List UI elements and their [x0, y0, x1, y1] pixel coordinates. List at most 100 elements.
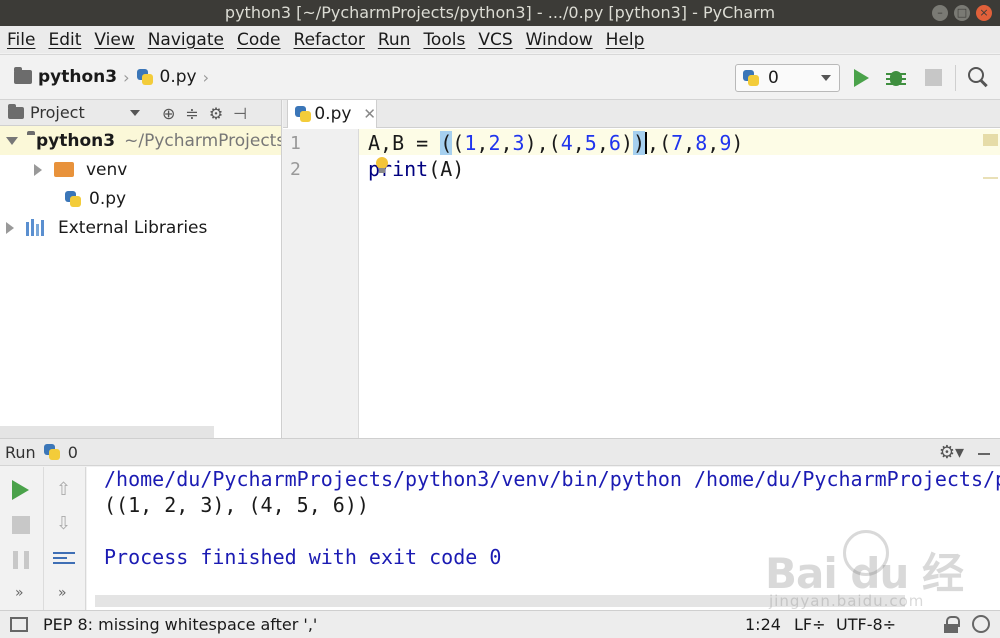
tree-root-name: python3: [36, 130, 116, 151]
tab-0py[interactable]: 0.py ✕: [287, 100, 377, 128]
libraries-icon: [26, 219, 46, 236]
horizontal-scrollbar[interactable]: [95, 595, 905, 607]
run-config-select[interactable]: 0: [735, 64, 840, 92]
menu-bar: File Edit View Navigate Code Refactor Ru…: [0, 26, 1000, 53]
run-config-value: 0: [768, 68, 779, 88]
stop-icon[interactable]: [12, 516, 30, 534]
menu-window[interactable]: Window: [526, 30, 593, 50]
run-console[interactable]: /home/du/PycharmProjects/python3/venv/bi…: [87, 467, 1000, 610]
debug-icon[interactable]: [886, 67, 906, 89]
project-panel: Project ⊕ ≑ ⚙ ⊣ python3 ~/PycharmProject…: [0, 100, 282, 438]
line-number: 1: [290, 133, 301, 154]
minimize-panel-icon[interactable]: [978, 453, 990, 455]
folder-icon: [14, 67, 32, 84]
menu-tools[interactable]: Tools: [423, 30, 465, 50]
project-panel-title[interactable]: Project: [30, 103, 85, 122]
line-number: 2: [290, 159, 301, 180]
close-tab-icon[interactable]: ✕: [363, 105, 376, 123]
menu-edit[interactable]: Edit: [48, 30, 81, 50]
menu-navigate[interactable]: Navigate: [148, 30, 224, 50]
menu-code[interactable]: Code: [237, 30, 281, 50]
tree-item-0py[interactable]: 0.py: [0, 184, 281, 213]
pycharm-window: python3 [~/PycharmProjects/python3] - ..…: [0, 0, 1000, 638]
navigation-bar: python3 › 0.py › 0: [0, 54, 1000, 100]
matched-paren: (: [440, 131, 453, 155]
toolbar-divider: [955, 65, 956, 91]
menu-help[interactable]: Help: [606, 30, 645, 50]
horizontal-scrollbar[interactable]: [0, 426, 214, 438]
tree-item-label: External Libraries: [58, 217, 208, 238]
menu-view[interactable]: View: [94, 30, 134, 50]
tree-item-external-libraries[interactable]: External Libraries: [0, 213, 281, 242]
code-line-1[interactable]: A,B = ((1,2,3),(4,5,6)) ,(7,8,9): [368, 131, 743, 155]
minimize-button[interactable]: –: [932, 5, 948, 21]
menu-run[interactable]: Run: [378, 30, 411, 50]
console-line: ((1, 2, 3), (4, 5, 6)): [104, 493, 369, 517]
more-actions-icon[interactable]: »: [58, 585, 67, 601]
status-bar: PEP 8: missing whitespace after ',' 1:24…: [0, 610, 1000, 638]
maximize-button[interactable]: □: [954, 5, 970, 21]
tree-root-python3[interactable]: python3 ~/PycharmProjects/python3: [0, 126, 281, 155]
tree-item-venv[interactable]: venv: [0, 155, 281, 184]
breadcrumb-project[interactable]: python3: [38, 67, 117, 87]
chevron-down-icon[interactable]: [6, 136, 18, 145]
status-message: PEP 8: missing whitespace after ',': [43, 615, 318, 634]
run-panel-header: Run 0 ⚙▾: [0, 438, 1000, 466]
gear-icon[interactable]: ⚙: [209, 104, 223, 123]
console-line: Process finished with exit code 0: [104, 545, 502, 569]
breadcrumb-file[interactable]: 0.py: [160, 67, 197, 87]
menu-refactor[interactable]: Refactor: [294, 30, 365, 50]
scroll-from-source-icon[interactable]: ⊕: [162, 104, 175, 123]
close-button[interactable]: ×: [976, 5, 992, 21]
collapse-all-icon[interactable]: ≑: [185, 104, 198, 123]
window-controls: – □ ×: [932, 5, 992, 21]
tree-item-label: 0.py: [89, 188, 127, 209]
file-encoding[interactable]: UTF-8÷: [836, 615, 896, 634]
intention-bulb-icon[interactable]: [375, 157, 389, 174]
hide-panel-icon[interactable]: ⊣: [233, 104, 247, 123]
menu-file[interactable]: File: [7, 30, 35, 50]
python-file-icon: [136, 68, 154, 86]
pause-icon[interactable]: [13, 551, 29, 569]
window-title: python3 [~/PycharmProjects/python3] - ..…: [224, 3, 776, 22]
lock-icon[interactable]: [944, 616, 960, 633]
gear-icon[interactable]: ⚙▾: [939, 442, 964, 463]
tree-item-label: venv: [86, 159, 128, 180]
python-file-icon: [742, 69, 760, 87]
tree-root-path: ~/PycharmProjects/python3: [124, 130, 281, 151]
inspection-marker[interactable]: [983, 134, 998, 146]
run-panel-title[interactable]: Run: [5, 443, 36, 462]
rerun-icon[interactable]: [12, 480, 29, 500]
inspector-face-icon[interactable]: [972, 615, 990, 633]
project-panel-tools: ⊕ ≑ ⚙ ⊣: [162, 104, 247, 123]
editor-gutter: 1 2: [283, 129, 359, 438]
arrow-up-icon[interactable]: ⇧: [56, 479, 71, 500]
chevron-down-icon[interactable]: [130, 110, 140, 116]
menu-vcs[interactable]: VCS: [478, 30, 512, 50]
project-view-icon: [8, 103, 24, 119]
python-file-icon: [64, 190, 82, 208]
editor-area: 0.py ✕ 1 2 A,B = ((1,2,3),(4,5,6)) ,(7,8,…: [283, 100, 1000, 438]
window-titlebar: python3 [~/PycharmProjects/python3] - ..…: [0, 0, 1000, 26]
chevron-right-icon: ›: [123, 67, 130, 87]
matched-paren: ): [632, 131, 646, 155]
more-actions-icon[interactable]: »: [15, 585, 24, 601]
breadcrumb: python3 › 0.py ›: [14, 67, 209, 87]
soft-wrap-icon[interactable]: [53, 549, 75, 569]
tool-windows-icon[interactable]: [10, 617, 28, 632]
run-icon[interactable]: [854, 69, 869, 87]
error-stripe-mark[interactable]: [983, 177, 998, 179]
chevron-right-icon[interactable]: [34, 163, 42, 176]
run-panel-config[interactable]: 0: [68, 443, 78, 462]
folder-icon: [54, 162, 74, 177]
caret-position[interactable]: 1:24: [745, 615, 781, 634]
tab-label: 0.py: [314, 104, 352, 124]
stop-icon[interactable]: [925, 69, 942, 86]
chevron-right-icon: ›: [202, 67, 209, 87]
search-icon[interactable]: [968, 67, 988, 87]
editor-tab-bar: 0.py ✕: [283, 100, 1000, 128]
run-toolbar: » ⇧ ⇩ »: [0, 467, 86, 610]
arrow-down-icon[interactable]: ⇩: [56, 513, 71, 534]
line-separator[interactable]: LF÷: [794, 615, 826, 634]
chevron-right-icon[interactable]: [6, 221, 14, 234]
